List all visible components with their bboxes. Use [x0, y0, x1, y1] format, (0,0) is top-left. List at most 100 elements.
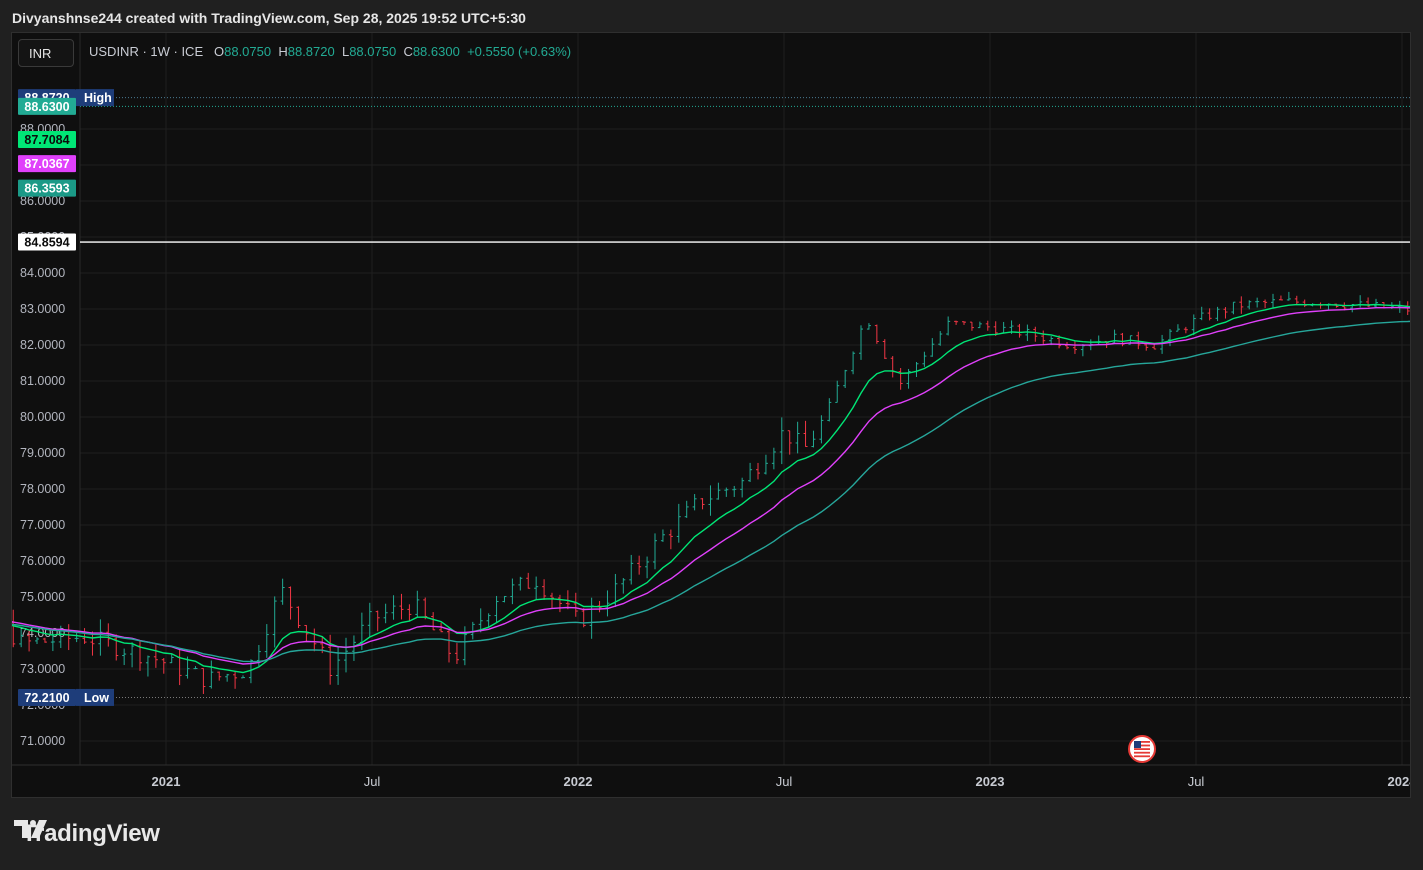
candle: [454, 643, 459, 664]
candle: [1183, 326, 1188, 334]
candle: [787, 430, 792, 455]
x-tick-label: Jul: [364, 774, 381, 789]
candle: [708, 485, 713, 516]
candle: [985, 320, 990, 331]
candle: [946, 316, 951, 336]
ema-mid-line: [12, 306, 1410, 665]
price-tag-ema_fast: 87.7084: [18, 130, 76, 148]
candle: [1255, 297, 1260, 308]
close-value: 88.6300: [412, 44, 460, 59]
y-tick-label: 76.0000: [20, 554, 65, 568]
currency-selector[interactable]: INR: [18, 39, 74, 67]
candle: [645, 556, 650, 579]
candle: [969, 321, 974, 331]
chart-caption: Divyanshnse244 created with TradingView.…: [12, 10, 526, 26]
open-label: O: [213, 44, 225, 59]
candle: [1160, 334, 1165, 354]
y-tick-label: 81.0000: [20, 374, 65, 388]
candle: [676, 503, 681, 543]
ema-fast-line: [12, 303, 1410, 674]
candle: [201, 667, 206, 694]
candle: [423, 597, 428, 620]
candle: [700, 498, 705, 510]
candle: [1374, 298, 1379, 308]
candle: [1096, 335, 1101, 346]
candle: [66, 624, 71, 651]
price-tag-value: 84.8594: [24, 236, 69, 250]
candle: [938, 331, 943, 346]
x-tick-label: Jul: [1188, 774, 1205, 789]
candle: [684, 500, 689, 518]
candle: [217, 671, 222, 681]
candle: [621, 578, 626, 594]
candle: [1231, 301, 1236, 315]
candle: [882, 339, 887, 359]
price-tag-ema_mid: 87.0367: [18, 155, 76, 173]
candle: [605, 590, 610, 617]
symbol-legend[interactable]: USDINR · 1W · ICE O88.0750 H88.8720 L88.…: [89, 44, 571, 59]
candle: [296, 606, 301, 629]
candle: [470, 621, 475, 640]
candle: [1175, 324, 1180, 332]
price-tag-value: 88.6300: [24, 100, 69, 114]
chart-panel[interactable]: 71.000072.000073.000074.000075.000076.00…: [11, 32, 1411, 798]
candle: [138, 641, 143, 671]
candle: [225, 673, 230, 682]
y-tick-label: 71.0000: [20, 734, 65, 748]
candle: [653, 533, 658, 570]
candle: [351, 635, 356, 661]
candle: [415, 590, 420, 617]
candle: [177, 647, 182, 686]
candle: [1033, 326, 1038, 342]
price-tag-value: 86.3593: [24, 182, 69, 196]
candle: [288, 586, 293, 620]
price-chart[interactable]: 71.000072.000073.000074.000075.000076.00…: [12, 33, 1410, 797]
candle: [827, 398, 832, 422]
candle: [962, 321, 967, 325]
price-tag-ema_slow: 86.3593: [18, 179, 76, 197]
candle: [668, 529, 673, 550]
tradingview-logo[interactable]: TradingView: [14, 818, 160, 850]
ema-slow-line: [12, 320, 1410, 663]
candle: [145, 655, 150, 677]
y-tick-label: 80.0000: [20, 410, 65, 424]
flag-canton: [1134, 741, 1141, 748]
candle: [304, 624, 309, 643]
tradingview-logo-icon: [14, 820, 47, 838]
price-tag-value: 87.7084: [24, 133, 69, 147]
candle: [1239, 296, 1244, 314]
candle: [510, 578, 515, 605]
us-flag-icon[interactable]: [1128, 735, 1156, 763]
candle: [922, 351, 927, 367]
candle: [1168, 329, 1173, 347]
candle: [550, 592, 555, 609]
candle: [1294, 295, 1299, 305]
candle: [130, 642, 135, 668]
flag-stripe: [1134, 755, 1150, 758]
candle: [241, 675, 246, 679]
candle: [1358, 295, 1363, 308]
candle: [795, 421, 800, 454]
price-tag-value: 87.0367: [24, 157, 69, 171]
candle: [272, 596, 277, 648]
candle: [819, 415, 824, 444]
candle: [233, 670, 238, 689]
candle: [890, 356, 895, 378]
price-tag-label: High: [84, 91, 112, 105]
y-tick-label: 83.0000: [20, 302, 65, 316]
high-label: H: [278, 44, 288, 59]
candle: [1302, 299, 1307, 308]
candle: [779, 417, 784, 465]
y-tick-label: 84.0000: [20, 266, 65, 280]
candle: [280, 578, 285, 605]
candle: [629, 554, 634, 585]
y-tick-label: 77.0000: [20, 518, 65, 532]
price-tags: 88.8720High88.630087.708487.036786.35938…: [18, 89, 114, 706]
candle: [534, 576, 539, 601]
candle: [637, 555, 642, 575]
candle: [1191, 314, 1196, 336]
candle: [811, 430, 816, 448]
candle: [1065, 341, 1070, 350]
candle: [494, 595, 499, 623]
candle: [407, 604, 412, 621]
